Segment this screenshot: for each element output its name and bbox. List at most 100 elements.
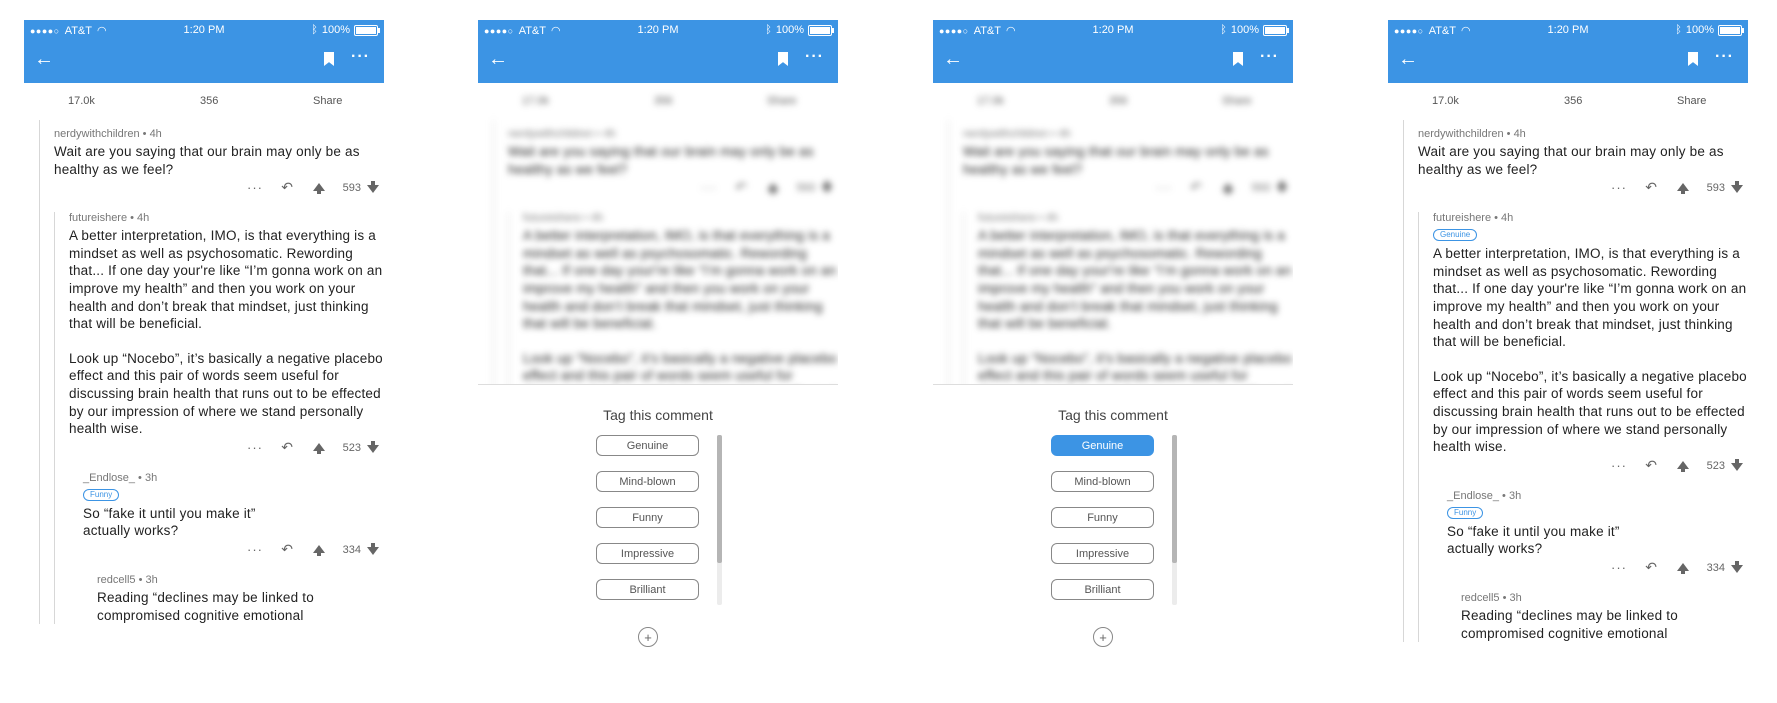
upvote-count[interactable]: 17.0k [1432,95,1459,107]
more-icon[interactable]: ··· [1715,48,1734,66]
scrollbar[interactable] [717,435,722,605]
upvote-icon[interactable] [1677,562,1689,574]
tag-option-brilliant[interactable]: Brilliant [1051,579,1154,600]
back-arrow-icon[interactable]: ← [943,49,963,69]
post-stats: 17.0k 356 Share [933,83,1293,119]
scrollbar-thumb[interactable] [717,435,722,563]
more-icon[interactable]: ··· [1611,560,1627,575]
tag-option-funny[interactable]: Funny [596,507,699,528]
downvote-icon[interactable] [1731,560,1743,573]
upvote-count: 17.0k [977,95,1004,107]
downvote-icon[interactable] [1731,181,1743,194]
more-icon[interactable]: ··· [1260,48,1279,66]
upvote-icon[interactable] [313,442,325,454]
downvote-icon [821,181,833,194]
reply-icon[interactable]: ↶ [281,541,293,558]
comment-paragraph: A better interpretation, IMO, is that ev… [978,228,1292,332]
tag-option-mind-blown[interactable]: Mind-blown [596,471,699,492]
comment-tag-badge: Funny [83,488,120,501]
bluetooth-icon: ᛒ [765,24,772,36]
downvote-icon[interactable] [367,440,379,453]
comment-author[interactable]: futureishere • 4h [69,212,384,224]
downvote-icon[interactable] [1731,458,1743,471]
upvote-icon[interactable] [313,183,325,195]
comment-actions: ··· ↶ 593 [54,178,384,204]
comment-actions: ··· ↶ 334 [83,540,384,566]
comment-thread: nerdywithchildren • 4h Wait are you sayi… [1403,120,1748,643]
upvote-icon[interactable] [313,544,325,556]
comment-text: Reading “declines may be linked to compr… [1461,607,1678,641]
share-button[interactable]: Share [313,95,342,107]
scrollbar-thumb[interactable] [1172,435,1177,563]
comment-author[interactable]: nerdywithchildren • 4h [1418,128,1748,140]
reply-icon[interactable]: ↶ [281,439,293,456]
tag-sheet: Tag this comment Genuine Mind-blown Funn… [933,384,1293,660]
upvote-icon[interactable] [1677,183,1689,195]
more-icon[interactable]: ··· [805,48,824,66]
tag-option-genuine[interactable]: Genuine [1051,435,1154,456]
upvote-icon [1222,183,1234,195]
share-button[interactable]: Share [1677,95,1706,107]
tag-option-brilliant[interactable]: Brilliant [596,579,699,600]
reply-icon[interactable]: ↶ [1645,457,1657,474]
tag-options-list: Genuine Mind-blown Funny Impressive Bril… [596,435,700,615]
reply-icon[interactable]: ↶ [281,179,293,196]
bookmark-icon[interactable] [1233,52,1243,66]
comment-author[interactable]: _Endlose_ • 3h [83,472,384,484]
comment-actions: ··· ↶ 593 [963,178,1293,204]
more-icon[interactable]: ··· [247,542,263,557]
upvote-count[interactable]: 17.0k [68,95,95,107]
battery-icon [354,24,380,36]
comment-author[interactable]: nerdywithchildren • 4h [54,128,384,140]
app-header: ●●●●○ AT&T ◠ 1:20 PM ᛒ 100% ← ··· [478,20,838,83]
comment-count[interactable]: 356 [1564,95,1582,107]
comment: nerdywithchildren • 4h Wait are you sayi… [1404,128,1748,643]
reply-icon[interactable]: ↶ [1645,179,1657,196]
back-arrow-icon[interactable]: ← [488,49,508,69]
reply-icon[interactable]: ↶ [1645,559,1657,576]
tag-option-genuine[interactable]: Genuine [596,435,699,456]
comment-paragraph: Look up “Nocebo”, it’s basically a negat… [69,350,383,437]
tag-option-impressive[interactable]: Impressive [596,543,699,564]
upvote-count: 17.0k [522,95,549,107]
downvote-icon[interactable] [367,181,379,194]
scrollbar[interactable] [1172,435,1177,605]
comment-count[interactable]: 356 [200,95,218,107]
add-icon[interactable]: + [638,627,658,647]
comment-author[interactable]: redcell5 • 3h [1461,592,1748,604]
comment-text: A better interpretation, IMO, is that ev… [69,227,384,438]
status-bar: ●●●●○ AT&T ◠ 1:20 PM ᛒ 100% [1388,20,1748,40]
bookmark-icon[interactable] [778,52,788,66]
vote-count: 334 [1706,561,1725,574]
comment-author: nerdywithchildren • 4h [508,128,616,140]
more-icon[interactable]: ··· [351,48,370,66]
comment-author[interactable]: futureishere • 4h [1433,212,1748,224]
back-arrow-icon[interactable]: ← [1398,49,1418,69]
more-icon[interactable]: ··· [247,440,263,455]
comment-paragraph: A better interpretation, IMO, is that ev… [1433,246,1747,350]
bookmark-icon[interactable] [1688,52,1698,66]
back-arrow-icon[interactable]: ← [34,49,54,69]
upvote-icon[interactable] [1677,460,1689,472]
more-icon[interactable]: ··· [1611,180,1627,195]
battery-percent: 100% [775,24,804,36]
comment-text: So “fake it until you make it” actually … [1447,523,1620,557]
add-icon[interactable]: + [1093,627,1113,647]
sheet-title: Tag this comment [1058,407,1168,423]
comment-text: So “fake it until you make it” actually … [83,505,256,539]
downvote-icon[interactable] [367,542,379,555]
comment-author[interactable]: redcell5 • 3h [97,574,384,586]
tag-option-impressive[interactable]: Impressive [1051,543,1154,564]
bookmark-icon[interactable] [324,52,334,66]
app-header: ●●●●○ AT&T ◠ 1:20 PM ᛒ 100% ← ··· [1388,20,1748,83]
status-bar: ●●●●○ AT&T ◠ 1:20 PM ᛒ 100% [933,20,1293,40]
tag-option-mind-blown[interactable]: Mind-blown [1051,471,1154,492]
comment-author[interactable]: _Endlose_ • 3h [1447,490,1748,502]
more-icon[interactable]: ··· [1611,458,1627,473]
battery-icon [1718,24,1744,36]
tag-option-funny[interactable]: Funny [1051,507,1154,528]
comment-actions: ··· ↶ 593 [508,178,838,204]
tag-sheet: Tag this comment Genuine Mind-blown Funn… [478,384,838,660]
comment-thread: nerdywithchildren • 4h Wait are you sayi… [39,120,384,625]
more-icon[interactable]: ··· [247,180,263,195]
